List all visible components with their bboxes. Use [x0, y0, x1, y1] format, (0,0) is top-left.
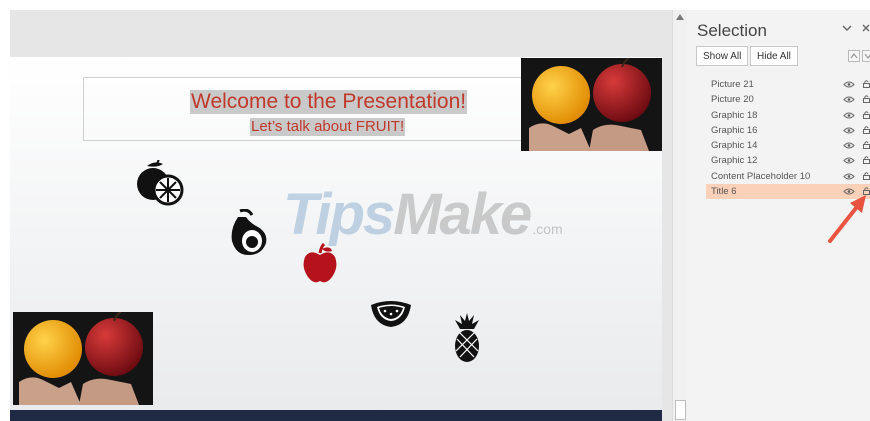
eye-icon[interactable] [843, 142, 855, 149]
eye-icon[interactable] [843, 157, 855, 164]
close-icon[interactable] [862, 20, 870, 35]
lock-icon[interactable] [863, 80, 870, 88]
send-backward-button[interactable] [862, 50, 870, 62]
eye-icon[interactable] [843, 173, 855, 180]
chevron-down-icon[interactable] [842, 20, 852, 35]
watermark-logo: TipsMake .com [283, 181, 563, 248]
slide-title-line1[interactable]: Welcome to the Presentation! [190, 90, 468, 114]
watermelon-icon[interactable] [368, 295, 414, 329]
layer-label: Title 6 [711, 186, 737, 198]
layer-label: Graphic 14 [711, 140, 758, 152]
orange-apple-image [13, 312, 153, 405]
pane-title: Selection [697, 21, 767, 40]
title-placeholder[interactable]: Welcome to the Presentation! Let’s talk … [83, 77, 525, 141]
layer-label: Graphic 12 [711, 155, 758, 167]
watermark-com: .com [532, 221, 563, 237]
slide-footer-bar [10, 410, 662, 421]
lock-icon[interactable] [863, 141, 870, 150]
chevron-down-icon [864, 53, 870, 59]
scroll-up-arrow-icon[interactable] [676, 14, 684, 20]
layer-item[interactable]: Picture 21 [706, 77, 870, 92]
layer-item[interactable]: Picture 20 [706, 92, 870, 107]
fruit-photo-top-right[interactable] [521, 58, 662, 151]
eye-icon[interactable] [843, 81, 855, 88]
lemon-icon[interactable] [135, 160, 185, 206]
slide-canvas-area: Welcome to the Presentation! Let’s talk … [10, 10, 672, 421]
watermark-make: Make [393, 182, 532, 247]
layer-item[interactable]: Graphic 18 [706, 108, 870, 123]
lock-icon[interactable] [863, 172, 870, 180]
hide-all-button[interactable]: Hide All [750, 46, 798, 66]
bring-forward-button[interactable] [848, 50, 860, 62]
layer-item[interactable]: Graphic 12 [706, 153, 870, 168]
lock-icon[interactable] [863, 110, 870, 119]
eye-icon[interactable] [843, 112, 855, 119]
apple-icon[interactable] [302, 243, 338, 285]
layer-label: Picture 21 [711, 79, 754, 90]
layer-label: Picture 20 [711, 94, 754, 106]
eye-icon[interactable] [843, 96, 855, 103]
layer-item[interactable]: Content Placeholder 10 [706, 169, 870, 184]
slide-title-line2[interactable]: Let’s talk about FRUIT! [250, 118, 406, 136]
show-all-button[interactable]: Show All [696, 46, 749, 66]
layer-label: Graphic 16 [711, 124, 758, 136]
fruit-photo-bottom-left[interactable] [13, 312, 153, 405]
orange-apple-image [521, 58, 662, 151]
avocado-icon[interactable] [228, 209, 270, 257]
eye-icon[interactable] [843, 127, 855, 134]
pineapple-icon[interactable] [452, 313, 482, 363]
watermark-tips: Tips [283, 182, 395, 247]
lock-icon[interactable] [863, 126, 870, 134]
slide[interactable]: Welcome to the Presentation! Let’s talk … [10, 57, 662, 421]
pane-controls [832, 20, 870, 35]
selection-pane: Selection Show All Hide All Picture 21 Pi… [687, 10, 870, 421]
scroll-thumb[interactable] [675, 400, 686, 420]
lock-icon[interactable] [863, 156, 870, 165]
layer-item[interactable]: Graphic 14 [706, 138, 870, 153]
chevron-up-icon [850, 53, 858, 59]
vertical-scrollbar[interactable] [672, 10, 687, 421]
layer-item[interactable]: Graphic 16 [706, 123, 870, 138]
layer-list: Picture 21 Picture 20 Graphic 18 Graphic 16… [706, 77, 870, 200]
layer-label: Graphic 18 [711, 109, 758, 121]
layer-label: Content Placeholder 10 [711, 170, 811, 182]
annotation-arrow-icon [828, 195, 866, 243]
lock-icon[interactable] [863, 95, 870, 104]
